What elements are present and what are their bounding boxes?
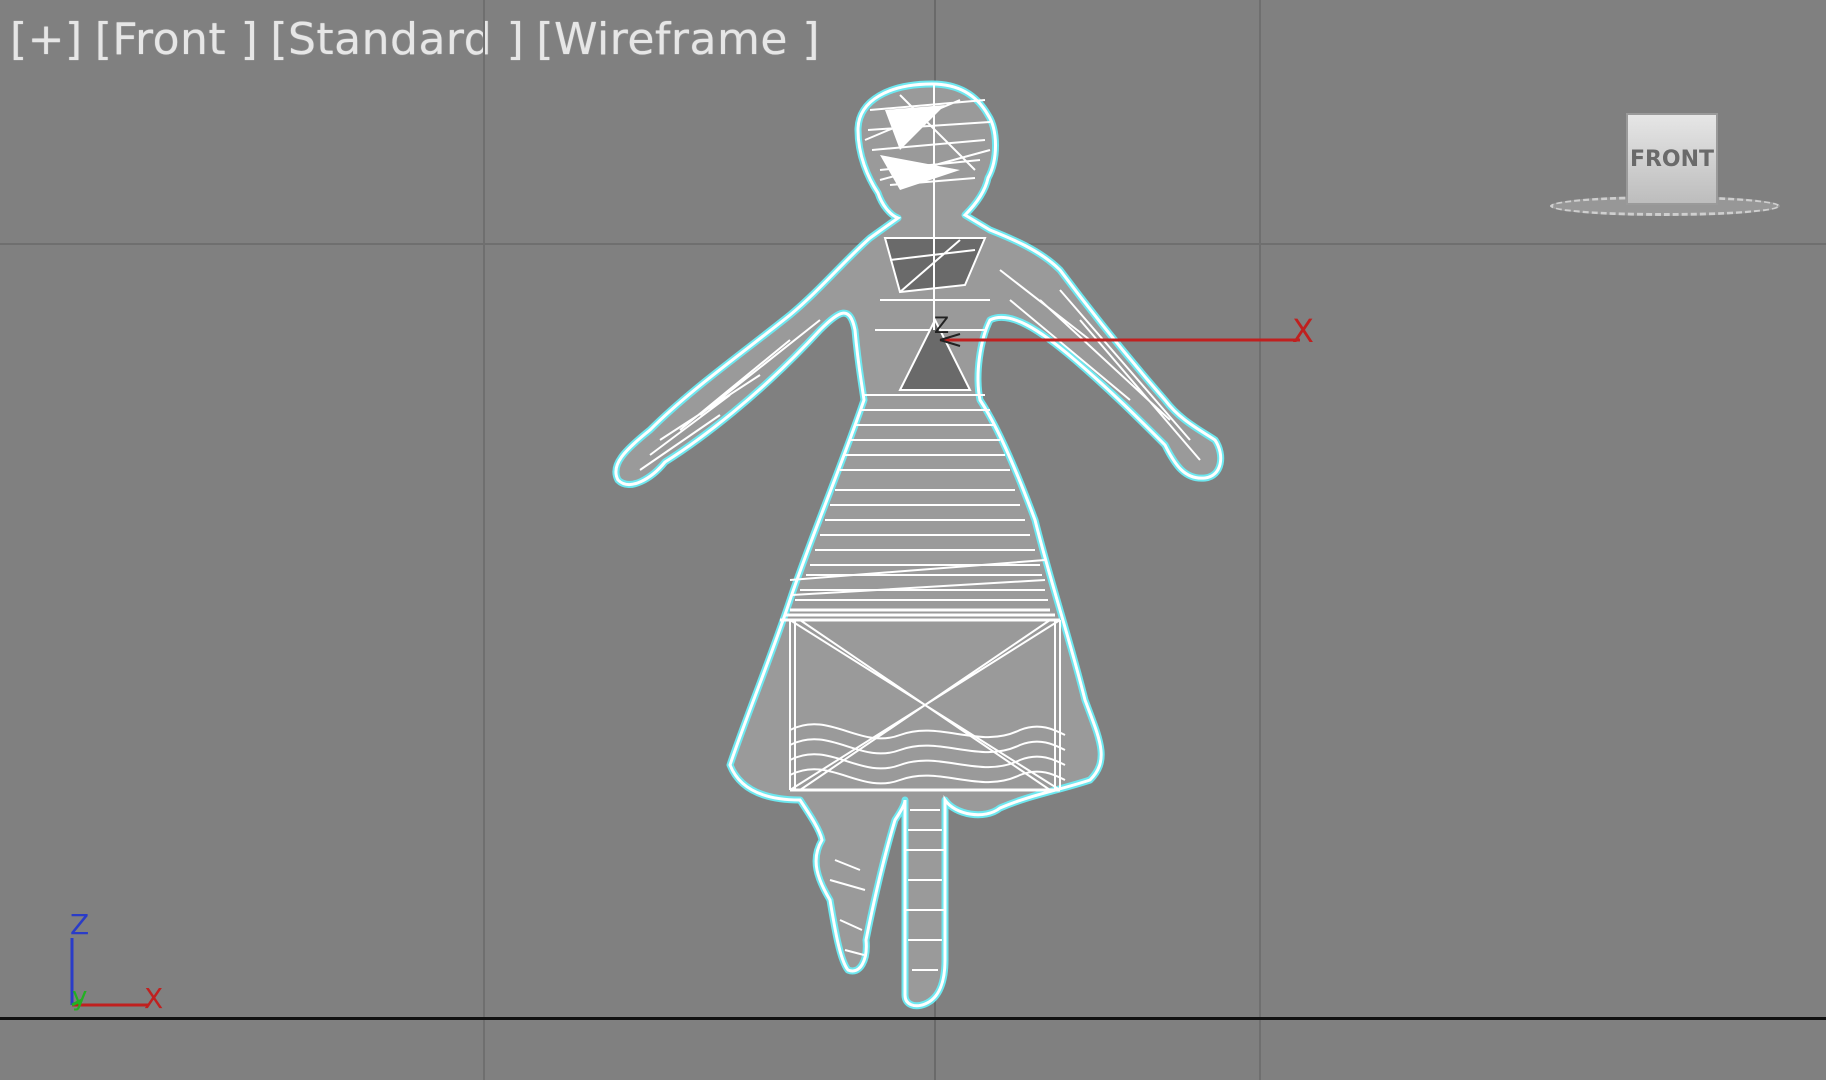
- wireframe-scene: [70, 80, 1300, 1010]
- tripod-y-label: y: [72, 982, 88, 1012]
- woman-dress-model[interactable]: [612, 80, 1225, 1010]
- gizmo-x-label: X: [1292, 312, 1314, 350]
- gizmo-z-label: Z: [934, 314, 950, 339]
- tripod-x-label: X: [144, 982, 164, 1015]
- front-viewport[interactable]: [+] [Front ] [Standard ] [Wireframe ] X …: [0, 0, 1826, 1080]
- model-silhouette: [612, 80, 1225, 1010]
- viewcube-front-face[interactable]: FRONT: [1626, 113, 1718, 205]
- tripod-z-label: Z: [70, 908, 90, 941]
